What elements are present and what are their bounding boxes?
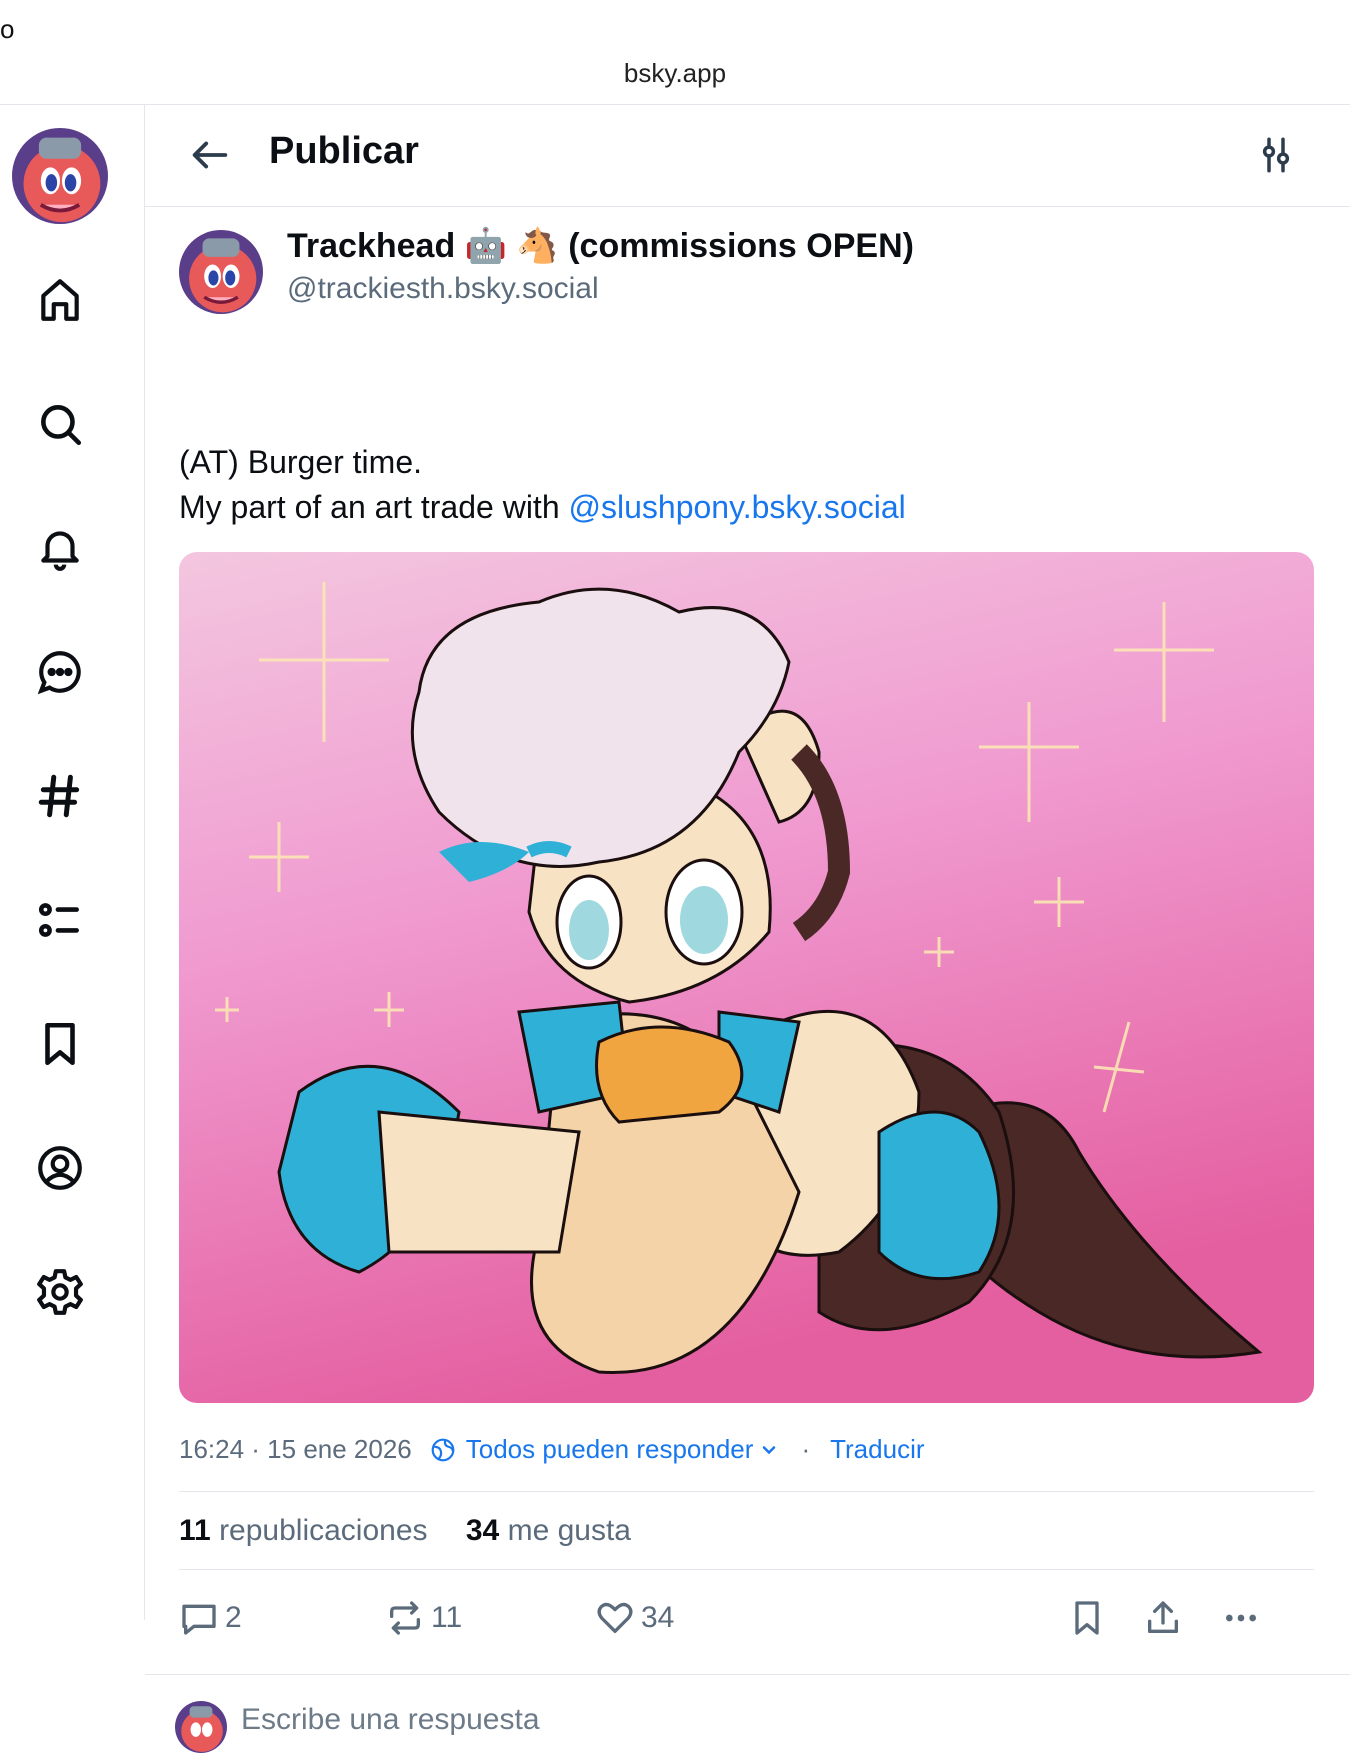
post-header: Publicar bbox=[145, 104, 1350, 207]
reposts-label: republicaciones bbox=[219, 1514, 428, 1547]
sidebar bbox=[0, 104, 145, 1620]
reposts-count: 11 bbox=[179, 1514, 211, 1547]
author-name[interactable]: Trackhead 🤖 🐴 (commissions OPEN) bbox=[287, 226, 914, 266]
share-button[interactable] bbox=[1143, 1598, 1189, 1638]
bell-icon[interactable] bbox=[34, 522, 86, 574]
meta-separator: · bbox=[801, 1434, 811, 1464]
hashtag-icon[interactable] bbox=[34, 770, 86, 822]
repost-count: 11 bbox=[431, 1601, 463, 1634]
post-text: (AT) Burger time. My part of an art trad… bbox=[179, 440, 1299, 530]
like-count: 34 bbox=[641, 1601, 675, 1634]
profile-icon[interactable] bbox=[34, 1142, 86, 1194]
reply-composer[interactable]: Escribe una respuesta bbox=[145, 1674, 1350, 1753]
translate-link[interactable]: Traducir bbox=[830, 1434, 924, 1465]
page-title: Publicar bbox=[269, 130, 419, 172]
profile-avatar[interactable] bbox=[12, 128, 108, 224]
repost-button[interactable]: 11 bbox=[385, 1598, 462, 1638]
reply-count: 2 bbox=[225, 1601, 242, 1634]
more-icon bbox=[1226, 1614, 1256, 1622]
likes-label: me gusta bbox=[507, 1514, 631, 1547]
chevron-down-icon[interactable] bbox=[759, 1440, 779, 1460]
post-line-2-text: My part of an art trade with bbox=[179, 489, 569, 525]
gear-icon[interactable] bbox=[34, 1266, 86, 1318]
post-meta: 16:24 · 15 ene 2026 Todos pueden respond… bbox=[179, 1434, 925, 1465]
divider bbox=[179, 1491, 1314, 1492]
bookmark-icon bbox=[1075, 1601, 1099, 1635]
corner-char: o bbox=[0, 14, 15, 44]
bookmark-icon[interactable] bbox=[34, 1018, 86, 1070]
sliders-icon[interactable] bbox=[1255, 134, 1297, 176]
bookmark-button[interactable] bbox=[1067, 1598, 1113, 1638]
likes-count: 34 bbox=[465, 1514, 500, 1547]
author-avatar[interactable] bbox=[179, 230, 263, 314]
reposts-stat[interactable]: 11 republicaciones bbox=[179, 1514, 428, 1547]
chat-icon[interactable] bbox=[34, 646, 86, 698]
reply-setting-button[interactable]: Todos pueden responder bbox=[466, 1434, 754, 1465]
divider bbox=[179, 1569, 1314, 1570]
repost-icon bbox=[390, 1601, 420, 1635]
likes-stat[interactable]: 34 me gusta bbox=[466, 1514, 631, 1547]
more-button[interactable] bbox=[1221, 1598, 1267, 1638]
home-icon[interactable] bbox=[34, 274, 86, 326]
main-column: Publicar Trackhead 🤖 🐴 (commissions OPEN… bbox=[145, 104, 1350, 1753]
url-address[interactable]: bsky.app bbox=[0, 58, 1350, 89]
reply-placeholder[interactable]: Escribe una respuesta bbox=[241, 1703, 540, 1737]
post-image[interactable] bbox=[179, 552, 1314, 1403]
share-icon bbox=[1148, 1601, 1178, 1633]
author-handle[interactable]: @trackiesth.bsky.social bbox=[287, 272, 599, 306]
heart-icon bbox=[597, 1602, 633, 1633]
globe-icon bbox=[430, 1437, 456, 1463]
browser-bar: o bsky.app bbox=[0, 0, 1350, 105]
reply-button[interactable]: 2 bbox=[179, 1598, 242, 1638]
post-line-2: My part of an art trade with @slushpony.… bbox=[179, 485, 1299, 530]
lists-icon[interactable] bbox=[34, 894, 86, 946]
reply-avatar bbox=[175, 1701, 227, 1753]
comment-icon bbox=[182, 1604, 216, 1635]
like-button[interactable]: 34 bbox=[595, 1598, 674, 1638]
post-stats: 11 republicaciones 34 me gusta bbox=[179, 1514, 631, 1548]
back-arrow-icon[interactable] bbox=[187, 132, 233, 178]
search-icon[interactable] bbox=[34, 398, 86, 450]
mention-link[interactable]: @slushpony.bsky.social bbox=[569, 489, 906, 525]
post-timestamp: 16:24 · 15 ene 2026 bbox=[179, 1434, 412, 1464]
post-line-1: (AT) Burger time. bbox=[179, 444, 422, 480]
